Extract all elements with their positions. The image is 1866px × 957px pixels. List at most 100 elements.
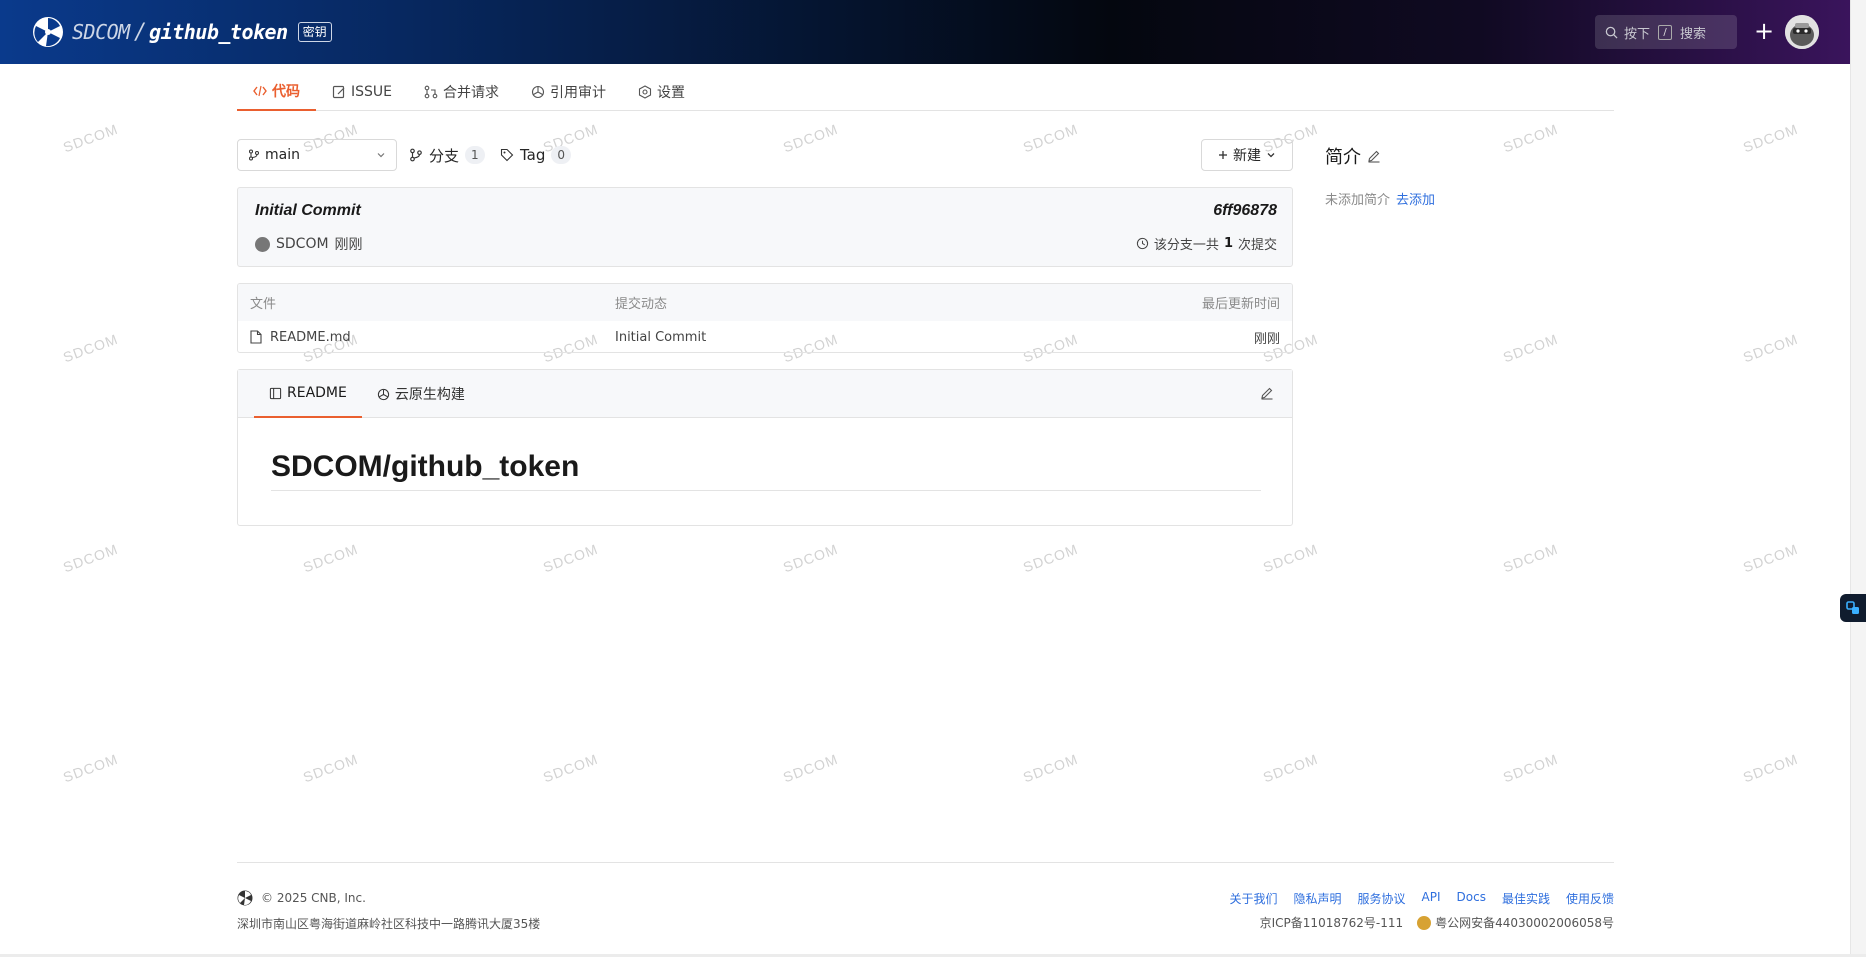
commit-title[interactable]: Initial Commit: [255, 202, 361, 220]
latest-commit-card: Initial Commit 6ff96878 SDCOM 刚刚 该分支一共 1…: [237, 187, 1293, 267]
footer-link-terms[interactable]: 服务协议: [1358, 890, 1406, 907]
repo-type-badge: 密钥: [297, 22, 332, 42]
watermark: SDCOM: [780, 120, 841, 156]
police-record-text: 粤公网安备44030002006058号: [1435, 916, 1614, 930]
watermark: SDCOM: [1740, 330, 1801, 366]
cnb-logo-icon[interactable]: [32, 16, 64, 48]
tab-issue[interactable]: ISSUE: [316, 72, 408, 111]
commit-author: SDCOM 刚刚: [255, 234, 363, 254]
file-name[interactable]: README.md: [270, 330, 351, 345]
watermark: SDCOM: [60, 120, 121, 156]
chevron-down-icon: [376, 150, 386, 160]
commit-count-suffix: 次提交: [1237, 238, 1277, 253]
police-badge-icon: [1417, 915, 1432, 930]
tab-audit[interactable]: 引用审计: [515, 72, 622, 111]
issue-icon: [332, 85, 346, 99]
code-icon: [253, 84, 267, 98]
tab-label: 代码: [272, 83, 300, 100]
repo-tabs: 代码 ISSUE 合并请求 引用审计 设置: [237, 72, 1614, 111]
watermark: SDCOM: [540, 750, 601, 786]
file-icon: [250, 330, 262, 344]
user-avatar[interactable]: [1785, 15, 1819, 49]
branch-icon: [409, 148, 423, 162]
new-button-label: 新建: [1233, 148, 1261, 164]
tab-readme[interactable]: README: [254, 370, 362, 418]
top-navbar: SDCOM / github_token 密钥 按下 / 搜索 +: [0, 0, 1850, 64]
about-section-title: 简介: [1325, 143, 1381, 169]
org-name-link[interactable]: SDCOM: [72, 20, 130, 44]
commit-count-value: 1: [1223, 236, 1233, 251]
search-hint-prefix: 按下: [1624, 26, 1651, 42]
footer-link-best-practices[interactable]: 最佳实践: [1502, 890, 1550, 907]
watermark: SDCOM: [1020, 120, 1081, 156]
branch-icon: [248, 149, 260, 161]
add-description-link[interactable]: 去添加: [1396, 193, 1435, 208]
watermark: SDCOM: [1500, 750, 1561, 786]
tag-icon: [500, 148, 514, 162]
branches-label: 分支: [429, 146, 460, 165]
watermark: SDCOM: [1500, 330, 1561, 366]
tab-label: 云原生构建: [394, 387, 465, 403]
search-hint-suffix: 搜索: [1680, 26, 1707, 42]
file-name-cell[interactable]: README.md: [250, 330, 351, 345]
merge-request-icon: [424, 85, 438, 99]
watermark: SDCOM: [780, 750, 841, 786]
search-icon: [1605, 26, 1618, 39]
plus-icon: [1218, 150, 1228, 160]
tab-label: 合并请求: [443, 84, 499, 101]
watermark: SDCOM: [1740, 540, 1801, 576]
about-title-text: 简介: [1325, 147, 1361, 168]
footer-links: 关于我们 隐私声明 服务协议 API Docs 最佳实践 使用反馈: [1230, 890, 1615, 907]
footer-link-feedback[interactable]: 使用反馈: [1566, 890, 1614, 907]
search-input[interactable]: 按下 / 搜索: [1595, 15, 1737, 49]
icp-link[interactable]: 京ICP备11018762号-111: [1260, 914, 1403, 931]
scrollbar-track[interactable]: [1850, 0, 1866, 957]
commit-sha[interactable]: 6ff96878: [1213, 202, 1277, 220]
footer-link-docs[interactable]: Docs: [1457, 890, 1486, 907]
audit-icon: [531, 85, 545, 99]
book-icon: [269, 387, 282, 400]
branches-link[interactable]: 分支 1: [409, 139, 485, 171]
watermark: SDCOM: [1260, 750, 1321, 786]
tab-label: ISSUE: [351, 83, 392, 100]
tab-code[interactable]: 代码: [237, 72, 316, 111]
branch-selector[interactable]: main: [237, 139, 397, 171]
about-description: 未添加简介 去添加: [1325, 189, 1435, 208]
footer-link-about[interactable]: 关于我们: [1230, 890, 1278, 907]
police-record-link[interactable]: 粤公网安备44030002006058号: [1417, 914, 1614, 931]
readme-heading: SDCOM/github_token: [271, 450, 1261, 491]
commit-history-link[interactable]: 该分支一共 1 次提交: [1136, 234, 1277, 253]
footer-link-api[interactable]: API: [1422, 890, 1441, 907]
tab-settings[interactable]: 设置: [622, 72, 701, 111]
watermark: SDCOM: [1020, 540, 1081, 576]
watermark: SDCOM: [1500, 540, 1561, 576]
edit-readme-icon[interactable]: [1260, 386, 1276, 402]
watermark: SDCOM: [300, 750, 361, 786]
footer-link-privacy[interactable]: 隐私声明: [1294, 890, 1342, 907]
tab-label: 引用审计: [550, 84, 606, 101]
watermark: SDCOM: [60, 750, 121, 786]
readme-card: README 云原生构建 SDCOM/github_token: [237, 369, 1293, 526]
create-new-button[interactable]: +: [1752, 16, 1776, 46]
tab-merge-requests[interactable]: 合并请求: [408, 72, 515, 111]
file-commit-message[interactable]: Initial Commit: [615, 330, 706, 345]
repo-name-link[interactable]: github_token: [149, 20, 288, 44]
watermark: SDCOM: [60, 540, 121, 576]
tags-link[interactable]: Tag 0: [500, 139, 572, 171]
new-file-button[interactable]: 新建: [1201, 139, 1293, 171]
branch-name: main: [265, 147, 300, 163]
col-commit: 提交动态: [615, 297, 668, 312]
file-table-header: 文件 提交动态 最后更新时间: [238, 284, 1292, 321]
tags-count-badge: 0: [551, 146, 572, 164]
col-file: 文件: [250, 297, 277, 312]
tab-label: README: [287, 385, 347, 401]
footer-copyright: © 2025 CNB, Inc.: [237, 890, 366, 906]
author-avatar[interactable]: [255, 236, 270, 252]
tab-cloud-native-build[interactable]: 云原生构建: [362, 370, 480, 418]
path-separator: /: [135, 19, 144, 45]
edit-about-icon[interactable]: [1367, 149, 1381, 163]
table-row[interactable]: README.md Initial Commit 刚刚: [238, 321, 1292, 352]
author-name[interactable]: SDCOM: [276, 236, 329, 252]
watermark: SDCOM: [1020, 750, 1081, 786]
floating-assistant-button[interactable]: [1840, 594, 1866, 622]
